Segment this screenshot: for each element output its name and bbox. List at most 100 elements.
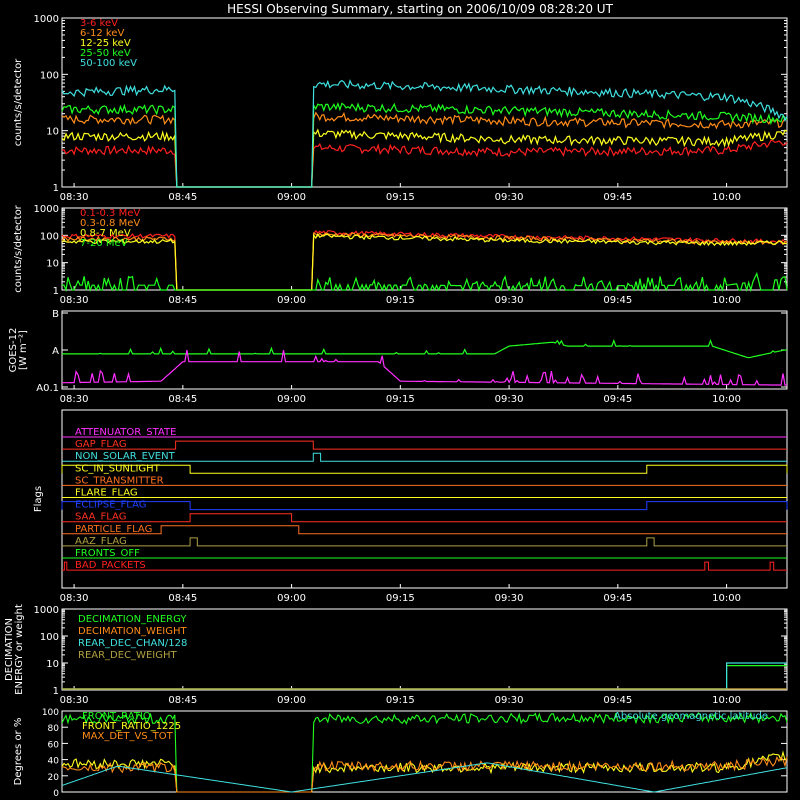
flag-trace: [62, 513, 787, 523]
x-tick-label: 08:30: [60, 695, 89, 706]
plot-frame: [61, 310, 788, 390]
flag-label: BAD_PACKETS: [75, 560, 146, 571]
x-tick-label: 08:45: [168, 394, 197, 405]
flag-label: SAA_FLAG: [75, 512, 126, 523]
flag-label: SC_TRANSMITTER: [75, 475, 164, 486]
x-tick-label: 09:00: [277, 695, 306, 706]
x-tick-label: 09:00: [277, 593, 306, 604]
x-tick-label: 08:30: [60, 394, 89, 405]
series-line: [61, 128, 788, 188]
decimation-panel: 1 10 100 1000 08:30 08:45 09:00 09:15 09:30 09:45…: [4, 604, 788, 706]
flag-trace: [62, 537, 787, 547]
annotation-label: Absolute geomagnetic latitude: [614, 711, 768, 722]
flag-label: AAZ_FLAG: [75, 536, 127, 547]
x-tick-label: 09:45: [603, 295, 632, 306]
y-tick-label: 20: [48, 773, 60, 783]
flag-label: NON_SOLAR_EVENT: [75, 451, 176, 462]
x-tick-label: 08:30: [60, 192, 89, 203]
series-line: [61, 271, 788, 293]
flag-trace: [62, 525, 787, 535]
y-tick-label: 10: [46, 659, 59, 670]
x-tick-label: 10:00: [712, 593, 741, 604]
x-tick-label: 09:30: [495, 192, 524, 203]
y-tick-label: 80: [48, 724, 60, 734]
x-tick-label: 09:00: [277, 394, 306, 405]
y-tick-label: A: [52, 346, 59, 357]
x-tick-label: 08:45: [168, 593, 197, 604]
x-tick-label: 09:15: [386, 295, 415, 306]
x-tick-label: 09:15: [386, 394, 415, 405]
flag-label: PARTICLE_FLAG: [75, 524, 152, 535]
legend-entry: MAX_DET_VS_TOT: [82, 731, 174, 742]
x-tick-label: 09:00: [277, 295, 306, 306]
legend-entry: 7-20 MeV: [80, 238, 128, 249]
x-tick-label: 09:30: [495, 593, 524, 604]
y-tick-label: B: [52, 309, 59, 320]
y-tick-label: 0: [53, 789, 59, 799]
series-line: [61, 101, 788, 188]
series-line: [61, 139, 788, 188]
y-tick-label: 1000: [34, 14, 59, 25]
flags-panel: 08:30 08:45 09:00 09:15 09:30 09:45 10:00 Flags…: [33, 409, 788, 604]
x-tick-label: 09:45: [603, 593, 632, 604]
x-tick-label: 08:30: [60, 295, 89, 306]
flag-label: FRONTS_OFF: [75, 548, 140, 559]
y-tick-label: 10: [46, 127, 59, 138]
x-tick-label: 08:30: [60, 593, 89, 604]
x-tick-label: 08:45: [168, 192, 197, 203]
flag-label: FLARE_FLAG: [75, 488, 138, 499]
flag-trace: [61, 501, 788, 511]
x-tick-label: 10:00: [712, 192, 741, 203]
y-tick-label: 10: [46, 259, 59, 270]
y-axis-label: counts/s/detector: [13, 58, 24, 146]
x-tick-label: 09:15: [386, 192, 415, 203]
y-axis-label: [W m⁻²]: [18, 330, 29, 370]
y-tick-label: 1: [53, 183, 59, 194]
y-axis-label: counts/s/detector: [13, 204, 24, 292]
x-tick-label: 10:00: [712, 695, 741, 706]
series-line: [62, 665, 787, 690]
ratios-panel: Degrees or %020406080100 FRONT_RATIOFRONT…: [13, 708, 788, 799]
observing-summary-figure: HESSI Observing Summary, starting on 200…: [4, 2, 788, 799]
y-tick-label: 1: [53, 286, 59, 297]
flag-trace: [61, 464, 788, 474]
x-tick-label: 09:00: [277, 192, 306, 203]
y-axis-label: ENERGY or weight: [14, 604, 25, 695]
figure-title: HESSI Observing Summary, starting on 200…: [227, 2, 613, 16]
goes-panel: 08:30 08:45 09:00 09:15 09:30 09:45 10:00GOES-…: [8, 309, 788, 405]
y-tick-label: 100: [40, 632, 59, 643]
x-tick-label: 09:15: [386, 695, 415, 706]
plot-frame: [61, 17, 788, 188]
goes-series-line: [62, 338, 787, 359]
y-tick-label: 1000: [34, 605, 59, 616]
y-tick-label: 100: [42, 708, 59, 718]
legend-entry: REAR_DEC_CHAN/128: [78, 638, 187, 649]
y-tick-label: 1000: [34, 204, 59, 215]
x-tick-label: 09:45: [603, 192, 632, 203]
x-tick-label: 09:30: [495, 695, 524, 706]
x-tick-label: 09:15: [386, 593, 415, 604]
x-tick-label: 09:45: [603, 394, 632, 405]
x-tick-label: 10:00: [712, 394, 741, 405]
y-axis-label: Flags: [33, 486, 44, 512]
series-line: [61, 79, 788, 188]
y-tick-label: 1: [53, 686, 59, 697]
legend-entry: 50-100 keV: [80, 58, 137, 69]
y-tick-label: A0.1: [36, 383, 59, 394]
flag-label: ATTENUATOR_STATE: [75, 427, 176, 438]
y-tick-label: 60: [48, 740, 60, 750]
x-tick-label: 08:45: [168, 295, 197, 306]
y-tick-label: 100: [40, 70, 59, 81]
x-tick-label: 09:45: [603, 695, 632, 706]
x-tick-label: 09:30: [495, 394, 524, 405]
legend-entry: REAR_DEC_WEIGHT: [78, 650, 177, 661]
flag-label: GAP_FLAG: [75, 439, 127, 450]
high-energy-panel: 1 10 100 1000 08:30 08:45 09:00 09:15 09:30 09:45…: [13, 204, 788, 306]
x-tick-label: 09:30: [495, 295, 524, 306]
x-tick-label: 10:00: [712, 295, 741, 306]
flag-trace: [62, 440, 787, 450]
y-axis-label: Degrees or %: [13, 718, 24, 786]
y-tick-label: 40: [48, 757, 60, 767]
x-tick-label: 08:45: [168, 695, 197, 706]
series-line: [61, 233, 788, 291]
